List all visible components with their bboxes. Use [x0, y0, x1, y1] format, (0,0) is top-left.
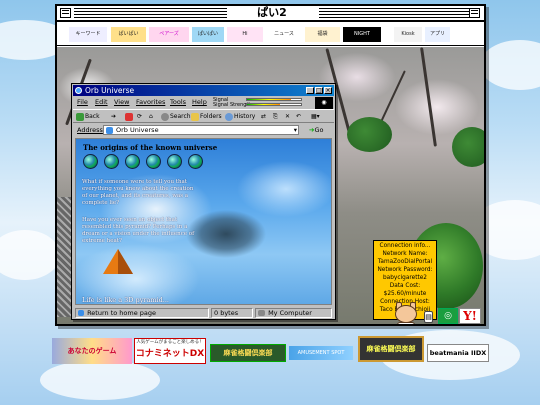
- banner-3[interactable]: ペアーズ: [149, 27, 189, 42]
- back-arrow-icon: [76, 112, 84, 121]
- browser-throbber: ◉: [315, 97, 333, 109]
- page-title: ぱい2: [227, 6, 317, 20]
- ad-banner-3[interactable]: 麻雀格闘倶楽部: [210, 344, 286, 362]
- search-button[interactable]: Search: [161, 112, 191, 122]
- menu-tools[interactable]: Tools: [170, 97, 186, 108]
- banner-row: キーワード ぱいぱい ペアーズ ぱいぱい Hi ニュース 福袋 NIGHT Ki…: [57, 24, 484, 46]
- copy-to-button[interactable]: ⎘: [273, 112, 278, 122]
- folders-button[interactable]: Folders: [191, 112, 222, 122]
- history-icon: [225, 112, 233, 121]
- globe-icon: [146, 154, 161, 169]
- menu-edit[interactable]: Edit: [95, 97, 108, 108]
- status-bytes: 0 bytes: [211, 308, 253, 318]
- close-button[interactable]: ×: [324, 87, 332, 94]
- banner-2[interactable]: ぱいぱい: [111, 27, 146, 42]
- status-bar: Return to home page 0 bytes My Computer: [73, 308, 334, 319]
- banner-1[interactable]: キーワード: [69, 27, 107, 42]
- menu-help[interactable]: Help: [192, 97, 207, 108]
- status-text: Return to home page: [75, 308, 209, 318]
- page-window: ぱい2 キーワード ぱいぱい ペアーズ ぱいぱい Hi ニュース 福袋 NIGH…: [55, 4, 486, 326]
- address-label: Address: [77, 126, 103, 134]
- banner-10[interactable]: アプリ: [425, 27, 450, 42]
- refresh-button[interactable]: ⟳: [137, 112, 142, 122]
- page-titlebar: ぱい2: [57, 6, 484, 22]
- globe-icon: [188, 154, 203, 169]
- stop-icon: [125, 112, 133, 121]
- banner-8[interactable]: NIGHT: [343, 27, 381, 42]
- banner-6[interactable]: ニュース: [266, 27, 302, 42]
- delete-button[interactable]: ✕: [285, 112, 290, 122]
- computer-icon: [258, 310, 265, 316]
- menu-bar: File Edit View Favorites Tools Help Sign…: [73, 97, 315, 108]
- forward-button[interactable]: ➔: [111, 112, 116, 122]
- signal-strength-bar: [247, 104, 281, 105]
- ad-banner-6[interactable]: beatmania IIDX: [427, 344, 489, 362]
- maximize-button[interactable]: □: [315, 87, 323, 94]
- paragraph-2: Have you ever seen an object that resemb…: [82, 217, 195, 244]
- views-button[interactable]: ▦▾: [311, 112, 320, 122]
- cat-girl-character: [393, 302, 419, 324]
- paragraph-1: What if someone were to tell you that ev…: [82, 179, 194, 206]
- move-to-button[interactable]: ⇄: [261, 112, 266, 122]
- browser-toolbar: Back ➔ ⟳ ⌂ Search Folders History ⇄ ⎘ ✕ …: [73, 109, 334, 123]
- info-line: Data Cost:: [389, 283, 421, 289]
- folder-icon: [191, 112, 199, 121]
- browser-window: Orb Universe _ □ × File Edit View Favori…: [71, 83, 336, 320]
- browser-title: Orb Universe: [85, 86, 135, 95]
- undo-button[interactable]: ↶: [296, 112, 301, 122]
- ad-banner-1[interactable]: あなたのゲーム: [52, 338, 132, 364]
- green-badge-icon[interactable]: ◎: [438, 308, 458, 324]
- content-heading: The origins of the known universe: [83, 143, 218, 152]
- status-zone: My Computer: [255, 308, 332, 318]
- ie-icon: [75, 87, 82, 94]
- menu-view[interactable]: View: [114, 97, 129, 108]
- globe-icon: [104, 154, 119, 169]
- info-line: Network Name:: [382, 251, 428, 257]
- page-content: The origins of the known universe What i…: [75, 138, 332, 305]
- y-logo-icon[interactable]: Y!: [459, 308, 481, 324]
- history-button[interactable]: History: [225, 112, 255, 122]
- back-button[interactable]: Back: [76, 112, 100, 122]
- globe-icon: [167, 154, 182, 169]
- banner-9[interactable]: Kiosk: [394, 27, 422, 42]
- go-button[interactable]: ➔Go: [309, 124, 323, 136]
- banner-4[interactable]: ぱいぱい: [192, 27, 224, 42]
- document-icon[interactable]: ▤: [424, 311, 433, 323]
- ad-banner-2[interactable]: 人気ゲームがまるごと楽しめる！ コナミネットDX: [134, 338, 206, 364]
- menu-favorites[interactable]: Favorites: [136, 97, 165, 108]
- signal-meter: Signal Signal Strength: [213, 97, 313, 109]
- home-button[interactable]: ⌂: [149, 112, 153, 122]
- info-line: Connection info...: [379, 243, 431, 249]
- info-line: babycigarette2: [383, 275, 427, 281]
- ad-banner-4[interactable]: AMUSEMENT SPOT: [289, 346, 353, 360]
- banner-7[interactable]: 福袋: [305, 27, 340, 42]
- ad-banner-5[interactable]: 麻雀格闘倶楽部: [358, 336, 424, 362]
- globe-icon: [125, 154, 140, 169]
- info-line: Network Password:: [377, 267, 433, 273]
- page-icon: [106, 127, 113, 134]
- address-bar: Address Orb Universe ▾ ➔Go: [73, 124, 334, 136]
- paragraph-3: Life is like a 3D pyramid...: [82, 296, 169, 304]
- globe-icon: [78, 310, 84, 316]
- info-line: TamaZooDialPortal: [377, 259, 433, 265]
- signal-bar: [247, 99, 292, 100]
- close-box[interactable]: [60, 8, 71, 18]
- info-line: $25.60/minute: [383, 291, 427, 297]
- address-input[interactable]: Orb Universe ▾: [103, 125, 299, 135]
- menu-file[interactable]: File: [77, 97, 88, 108]
- minimize-button[interactable]: _: [306, 87, 314, 94]
- globe-icon: [83, 154, 98, 169]
- zoom-box[interactable]: [469, 8, 480, 18]
- blossom-scene: Orb Universe _ □ × File Edit View Favori…: [57, 47, 484, 324]
- banner-5[interactable]: Hi: [227, 27, 263, 42]
- stop-button[interactable]: [125, 112, 134, 122]
- browser-titlebar: Orb Universe _ □ ×: [73, 85, 334, 96]
- search-icon: [161, 112, 169, 121]
